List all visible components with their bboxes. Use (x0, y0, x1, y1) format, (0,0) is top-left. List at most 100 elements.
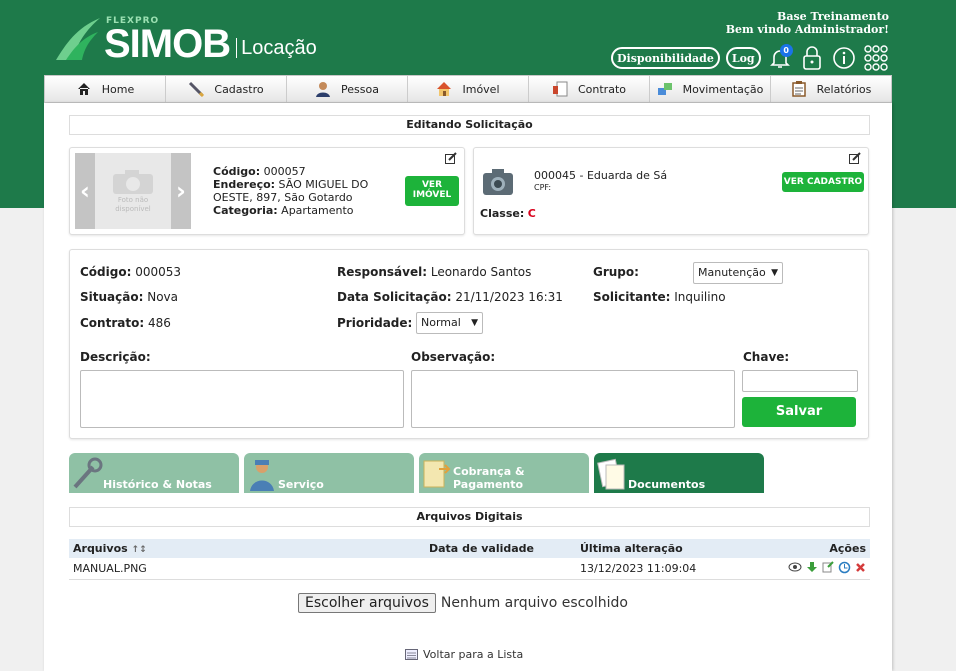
nav-relatorios[interactable]: Relatórios (771, 76, 891, 102)
nav-label: Pessoa (341, 82, 379, 96)
sort-icon[interactable]: ↑↕ (132, 545, 147, 555)
nav-cadastro[interactable]: Cadastro (166, 76, 287, 102)
contract-icon (552, 81, 568, 97)
cpf-label: CPF: (534, 183, 552, 192)
nav-contrato[interactable]: Contrato (529, 76, 650, 102)
nav-label: Imóvel (462, 82, 500, 96)
table-row: MANUAL.PNG 13/12/2023 11:09:04 (69, 558, 870, 579)
edit-icon[interactable] (849, 152, 861, 164)
list-icon (405, 649, 418, 660)
view-registration-button[interactable]: VER CADASTRO (782, 172, 864, 192)
lock-icon[interactable] (799, 44, 825, 72)
request-details-card: Código: 000053 Situação: Nova Contrato: … (69, 249, 869, 439)
observation-label: Observação: (411, 350, 496, 364)
save-button[interactable]: Salvar (742, 397, 856, 427)
requester-label: Solicitante: (593, 290, 671, 304)
class-value: C (527, 207, 536, 220)
home-icon (76, 81, 92, 97)
header-actions: Disponibilidade Log 0 (611, 44, 889, 72)
nav-label: Cadastro (214, 82, 264, 96)
clipboard-icon (791, 81, 807, 97)
contract-label: Contrato: (80, 316, 145, 330)
photo-unavailable-text: Foto não disponível (115, 196, 151, 213)
photo-prev-button[interactable]: ‹ (75, 153, 95, 229)
main-content: Editando Solicitação ‹ Foto não disponív… (44, 103, 892, 671)
property-address-line2: OESTE, 897, São Gotardo (213, 191, 353, 204)
tab-label: Cobrança & Pagamento (453, 465, 525, 491)
key-label: Chave: (743, 350, 790, 364)
delete-icon[interactable] (855, 562, 866, 573)
info-icon[interactable] (831, 44, 857, 72)
files-section-title: Arquivos Digitais (69, 507, 870, 527)
nav-imovel[interactable]: Imóvel (408, 76, 529, 102)
property-category: Apartamento (281, 204, 354, 217)
tab-historico[interactable]: Histórico & Notas (69, 453, 239, 493)
nav-home[interactable]: Home (45, 76, 166, 102)
bell-icon[interactable]: 0 (767, 44, 793, 72)
view-property-button[interactable]: VER IMÓVEL (405, 176, 459, 206)
group-select[interactable]: Manutenção ▼ (693, 262, 783, 284)
view-property-label-2: IMÓVEL (412, 190, 452, 200)
tab-documentos[interactable]: Documentos (594, 453, 764, 493)
log-button[interactable]: Log (725, 47, 761, 69)
file-name: MANUAL.PNG (73, 561, 147, 575)
download-icon[interactable] (806, 561, 818, 573)
request-responsible: Leonardo Santos (430, 265, 532, 279)
nav-label: Movimentação (682, 82, 764, 96)
request-code-label: Código: (80, 265, 132, 279)
back-to-list-link[interactable]: Voltar para a Lista (405, 648, 523, 661)
tab-label: Histórico & Notas (103, 478, 212, 491)
tab-cobranca[interactable]: Cobrança & Pagamento (419, 453, 589, 493)
welcome-text: Bem vindo Administrador! (725, 23, 889, 36)
brand-logo[interactable]: FLEXPRO SIMOB Locação (52, 14, 317, 64)
file-validity (369, 558, 534, 579)
request-code: 000053 (135, 265, 182, 279)
back-link-label: Voltar para a Lista (423, 648, 524, 661)
property-code: 000057 (263, 165, 306, 178)
address-label: Endereço: (213, 178, 276, 191)
code-label: Código: (213, 165, 261, 178)
eye-icon[interactable] (788, 561, 802, 573)
nav-label: Contrato (577, 82, 626, 96)
col-files-label: Arquivos (73, 542, 128, 555)
availability-button[interactable]: Disponibilidade (611, 47, 720, 69)
nav-pessoa[interactable]: Pessoa (287, 76, 408, 102)
chevron-down-icon: ▼ (771, 268, 778, 278)
col-actions: Ações (829, 542, 866, 555)
priority-select[interactable]: Normal ▼ (416, 312, 483, 334)
camera-icon (483, 169, 513, 195)
file-actions (774, 558, 870, 579)
tab-servico[interactable]: Serviço (244, 453, 414, 493)
tab-label: Serviço (278, 478, 324, 491)
property-photo: ‹ Foto não disponível › (75, 153, 191, 229)
col-files[interactable]: Arquivos ↑↕ (69, 539, 369, 558)
class-label: Classe: (480, 207, 525, 220)
main-nav: Home Cadastro Pessoa Imóvel Contrato Mov… (44, 75, 892, 103)
request-date: 21/11/2023 16:31 (455, 290, 563, 304)
notification-count-badge: 0 (779, 44, 793, 57)
property-info: Código: 000057 Endereço: SÃO MIGUEL DO O… (213, 165, 368, 217)
choose-files-button[interactable]: Escolher arquivos (298, 593, 436, 613)
col-modified: Última alteração (580, 542, 683, 555)
history-icon[interactable] (838, 561, 851, 574)
files-table: Arquivos ↑↕ Data de validade Última alte… (69, 539, 870, 580)
request-requester: Inquilino (674, 290, 726, 304)
observation-textarea[interactable] (411, 370, 735, 428)
person-card: 000045 - Eduarda de Sá CPF: Classe: C VE… (473, 147, 869, 235)
description-label: Descrição: (80, 350, 151, 364)
documents-icon (597, 458, 625, 490)
person-name: 000045 - Eduarda de Sá (534, 169, 668, 182)
nav-movimentacao[interactable]: Movimentação (650, 76, 771, 102)
transfer-icon (657, 81, 673, 97)
key-input[interactable] (742, 370, 858, 392)
photo-next-button[interactable]: › (171, 153, 191, 229)
category-label: Categoria: (213, 204, 278, 217)
edit-icon[interactable] (445, 152, 457, 164)
group-label: Grupo: (593, 265, 639, 279)
brand-module: Locação (236, 38, 317, 58)
apps-grid-icon[interactable] (863, 44, 889, 72)
description-textarea[interactable] (80, 370, 404, 428)
col-validity: Data de validade (429, 542, 534, 555)
wrench-icon (73, 457, 103, 489)
export-icon[interactable] (822, 561, 834, 573)
